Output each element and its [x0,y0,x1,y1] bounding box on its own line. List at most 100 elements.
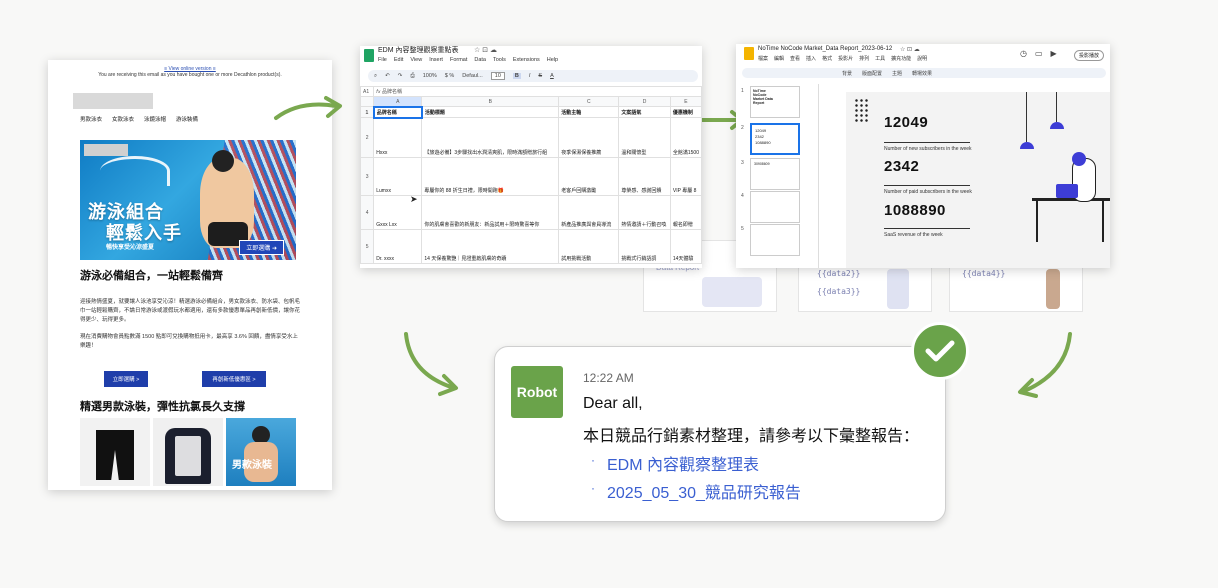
nav-item[interactable]: 男款泳衣 [80,115,102,123]
meet-icon[interactable]: ▶ [1051,49,1057,58]
row-number[interactable]: 5 [360,229,375,264]
strikethrough-icon[interactable]: S [538,73,542,79]
menu-extensions[interactable]: Extensions [513,57,540,63]
slide-thumbnail[interactable]: NoTime NoCode Market Data Report [750,86,800,118]
menu-edit[interactable]: Edit [394,57,403,63]
slide-thumbnail-selected[interactable]: 12049 2342 1088890 [750,123,800,155]
slide-thumbnail[interactable] [750,191,800,223]
table-header-cell[interactable]: 優惠機制 [669,106,702,118]
table-cell[interactable]: 熱情邀請＋行動召喚 [618,195,671,230]
slide-thumbnail[interactable] [750,224,800,256]
col-header[interactable]: A [373,96,423,107]
table-header-cell[interactable]: 文案語氣 [618,106,671,118]
shop-now-button[interactable]: 立即選購 > [104,371,148,387]
menu-file[interactable]: File [378,57,387,63]
product-image-shorts[interactable] [80,418,150,486]
table-cell[interactable]: 報名即贈 [669,195,702,230]
menu-view[interactable]: View [410,57,422,63]
menu-item[interactable]: 檔案 [758,55,768,62]
bold-icon[interactable]: B [512,73,521,79]
col-header[interactable]: C [558,96,620,107]
sheet-toolbar: ⌕ ↶ ↷ ⎙ 100% $ % Defaul... 10 B I S A [368,70,698,82]
menu-tools[interactable]: Tools [493,57,506,63]
table-cell[interactable]: Lumxx [373,157,423,196]
product-image-jacket[interactable] [153,418,223,486]
toolbar-layout[interactable]: 版面配置 [862,70,882,77]
table-cell[interactable]: 14 天保養驚艷｜見證重啟肌膚的奇蹟 [421,229,560,264]
comment-icon[interactable]: ▭ [1035,49,1043,58]
text-color-icon[interactable]: A [550,73,554,79]
nav-item[interactable]: 泳鏡泳帽 [144,115,166,123]
slide-thumbnail[interactable]: 30908609 [750,158,800,190]
nav-item[interactable]: 女款泳衣 [112,115,134,123]
col-header[interactable]: B [421,96,560,107]
menu-format[interactable]: Format [450,57,467,63]
row-number[interactable]: 3 [360,157,375,196]
table-header-cell[interactable]: 活動主軸 [558,106,620,118]
row-number[interactable]: 2 [360,117,375,158]
menu-item[interactable]: 投影片 [838,55,853,62]
toolbar-background[interactable]: 背景 [842,70,852,77]
formula-bar[interactable]: 𝑓𝑥 品牌名稱 [373,86,702,97]
link-edm-sheet[interactable]: EDM 內容觀察整理表 [607,451,759,475]
table-cell[interactable]: 溫和關懷型 [618,117,671,158]
slides-title[interactable]: NoTime NoCode Market_Data Report_2023-06… [758,46,892,52]
menu-data[interactable]: Data [474,57,486,63]
redo-icon[interactable]: ↷ [398,73,403,79]
table-cell[interactable]: 試用挑戰活動 [558,229,620,264]
col-header[interactable]: E [669,96,702,107]
print-icon[interactable]: ⎙ [410,73,414,80]
menu-item[interactable]: 格式 [822,55,832,62]
font-select[interactable]: Defaul... [462,73,482,79]
menu-item[interactable]: 擴充功能 [891,55,911,62]
table-cell[interactable]: 你的肌膚會喜歡的新朋友：新品試用＋限時驚喜等你 [421,195,560,230]
table-cell[interactable]: 尊榮感、感謝回饋 [618,157,671,196]
toolbar-transition[interactable]: 轉場效果 [912,70,932,77]
table-cell[interactable]: 全館滿1500 [669,117,702,158]
table-cell[interactable]: 新產品推廣與會員導流 [558,195,620,230]
menu-item[interactable]: 排列 [859,55,869,62]
table-cell[interactable]: 夜季保濕保養推薦 [558,117,620,158]
menu-item[interactable]: 工具 [875,55,885,62]
col-header[interactable]: D [618,96,671,107]
menu-item[interactable]: 說明 [917,55,927,62]
main-slide-canvas[interactable]: 12049 Number of new subscribers in the w… [846,92,1110,268]
deals-button[interactable]: 再創新低優惠區 > [202,371,266,387]
cell-ref[interactable]: A1 [360,86,375,97]
hero-banner[interactable]: 游泳組合 輕鬆入手 暢快享受沁涼盛夏 立即選購 ➜ [80,140,296,260]
slides-menu-bar: 檔案 編輯 查看 插入 格式 投影片 排列 工具 擴充功能 說明 [758,55,927,62]
mouse-cursor-icon: ➤ [410,194,418,204]
table-cell[interactable]: VIP 專屬 8 [669,157,702,196]
slideshow-button[interactable]: 投影播放 [1074,50,1105,61]
table-cell[interactable]: 【旅遊必備】3步驟找出水潤清爽肌，限時滿額贈旅行組 [421,117,560,158]
sheet-title[interactable]: EDM 內容整理觀察重點表 [378,46,459,56]
table-cell[interactable]: 挑戰式行銷語調 [618,229,671,264]
menu-item[interactable]: 編輯 [774,55,784,62]
zoom-select[interactable]: 100% [423,73,437,79]
toolbar-theme[interactable]: 主題 [892,70,902,77]
currency-icon[interactable]: $ % [445,73,454,79]
hero-cta-button[interactable]: 立即選購 ➜ [239,240,284,255]
font-size-input[interactable]: 10 [490,72,505,80]
table-cell[interactable]: Hxxx [373,117,423,158]
table-cell[interactable]: 14天體驗 [669,229,702,264]
table-header-cell[interactable]: 活動標題 [421,106,560,118]
row-number[interactable]: 4 [360,195,375,230]
menu-item[interactable]: 插入 [806,55,816,62]
product-image-swimmer[interactable]: 男款泳裝 [226,418,296,486]
star-icon[interactable]: ☆ ⊡ ☁ [474,46,497,54]
link-research-report[interactable]: 2025_05_30_競品研究報告 [607,479,801,503]
table-cell[interactable]: 老客戶回購激勵 [558,157,620,196]
italic-icon[interactable]: I [529,73,531,79]
table-header-cell[interactable]: 品牌名稱 [372,105,423,119]
search-icon[interactable]: ⌕ [374,73,377,80]
undo-icon[interactable]: ↶ [385,73,390,79]
history-icon[interactable]: ◷ [1020,49,1027,58]
table-cell[interactable]: 專屬你的 88 折生日禮，限時開跑🎁 [421,157,560,196]
menu-help[interactable]: Help [547,57,558,63]
menu-insert[interactable]: Insert [429,57,443,63]
table-cell[interactable]: Dr. xxxx [373,229,423,264]
star-icon[interactable]: ☆ ⊡ ☁ [900,46,920,53]
nav-item[interactable]: 游泳裝備 [176,115,198,123]
menu-item[interactable]: 查看 [790,55,800,62]
